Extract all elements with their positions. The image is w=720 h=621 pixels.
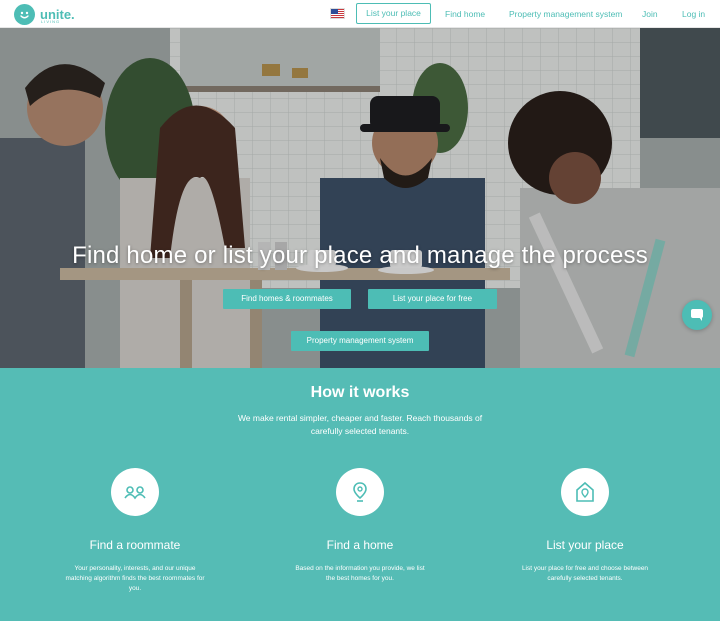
- feature-title: Find a roommate: [89, 538, 181, 552]
- feature-list-place: List your place List your place for free…: [485, 468, 685, 584]
- logo[interactable]: unite. LIVING: [14, 2, 75, 26]
- hero-section: Find home or list your place and manage …: [0, 28, 720, 368]
- feature-title: Find a home: [326, 538, 394, 552]
- feature-title: List your place: [546, 538, 624, 552]
- section-subtitle: We make rental simpler, cheaper and fast…: [237, 413, 483, 436]
- nav-link-join[interactable]: Join: [642, 9, 658, 19]
- nav-link-property-management[interactable]: Property management system: [509, 9, 622, 19]
- logo-subtext: LIVING: [41, 19, 61, 24]
- feature-description: Your personality, interests, and our uni…: [65, 565, 205, 592]
- hero-title: Find home or list your place and manage …: [72, 242, 648, 269]
- feature-description: List your place for free and choose betw…: [521, 565, 649, 582]
- house-pin-icon: [561, 468, 609, 516]
- chat-button[interactable]: [682, 300, 712, 330]
- feature-description: Based on the information you provide, we…: [295, 565, 425, 582]
- list-place-free-button[interactable]: List your place for free: [368, 289, 497, 309]
- logo-smile-icon: [14, 3, 35, 25]
- feature-find-roommate: Find a roommate Your personality, intere…: [35, 468, 235, 594]
- roommates-icon: [111, 468, 159, 516]
- property-management-button[interactable]: Property management system: [291, 331, 429, 351]
- location-pin-icon: [336, 468, 384, 516]
- us-flag-icon[interactable]: [330, 8, 345, 19]
- find-homes-roommates-button[interactable]: Find homes & roommates: [223, 289, 351, 309]
- top-navigation: unite. LIVING List your place Find home …: [0, 0, 720, 28]
- section-title: How it works: [310, 384, 410, 401]
- hero-background-photo: [0, 28, 720, 368]
- nav-link-login[interactable]: Log in: [682, 9, 705, 19]
- nav-link-find-home[interactable]: Find home: [445, 9, 485, 19]
- feature-find-home: Find a home Based on the information you…: [260, 468, 460, 584]
- list-your-place-button[interactable]: List your place: [356, 3, 431, 24]
- how-it-works-section: How it works We make rental simpler, che…: [0, 368, 720, 621]
